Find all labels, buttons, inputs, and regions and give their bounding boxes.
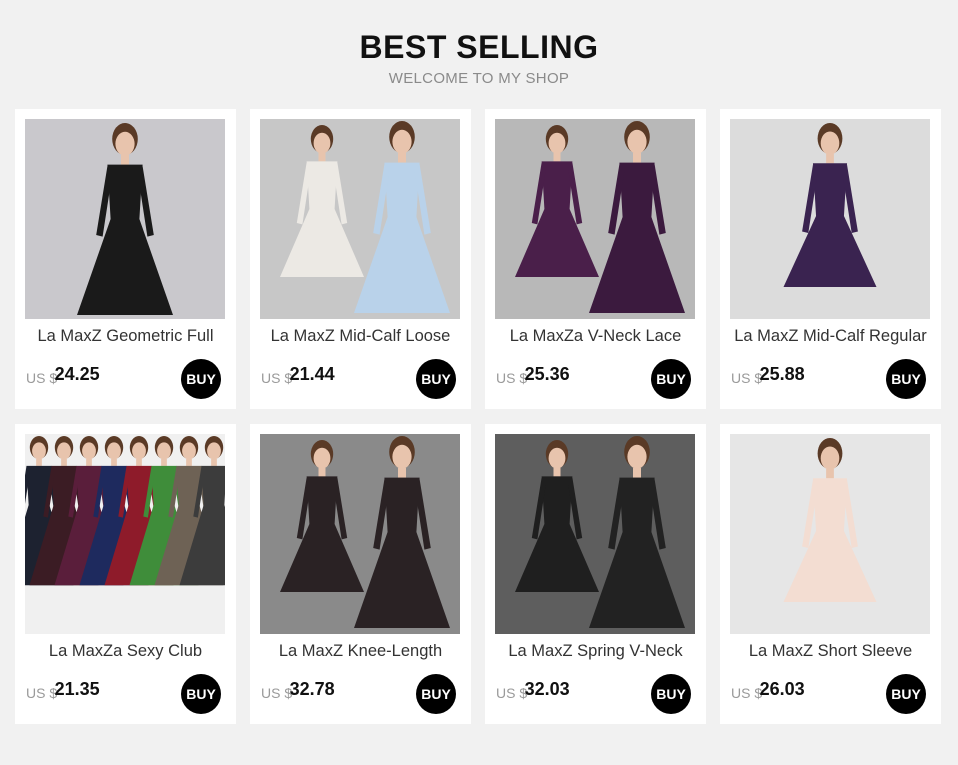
product-image[interactable] xyxy=(260,434,460,634)
buy-button[interactable]: BUY xyxy=(416,674,456,714)
currency-label: US $ xyxy=(261,370,293,386)
product-image[interactable] xyxy=(495,119,695,319)
currency-label: US $ xyxy=(26,685,58,701)
product-name[interactable]: La MaxZa Sexy Club xyxy=(15,642,236,661)
product-card[interactable]: La MaxZ Mid-Calf Loose US $ 21.44 BUY xyxy=(250,109,471,409)
buy-button[interactable]: BUY xyxy=(886,359,926,399)
buy-button[interactable]: BUY xyxy=(651,674,691,714)
product-name[interactable]: La MaxZ Spring V-Neck xyxy=(485,642,706,661)
price-row: US $ 21.35 xyxy=(26,679,100,703)
product-photo-illustration xyxy=(730,434,930,634)
product-photo-illustration xyxy=(260,119,460,319)
price-row: US $ 21.44 xyxy=(261,364,335,388)
product-card[interactable]: La MaxZ Knee-Length US $ 32.78 BUY xyxy=(250,424,471,724)
product-price: 32.03 xyxy=(524,679,570,699)
currency-label: US $ xyxy=(731,370,763,386)
product-price: 25.88 xyxy=(759,364,805,384)
page-subtitle: WELCOME TO MY SHOP xyxy=(388,70,570,87)
buy-button[interactable]: BUY xyxy=(416,359,456,399)
product-card[interactable]: La MaxZ Geometric Full US $ 24.25 BUY xyxy=(15,109,236,409)
product-photo-illustration xyxy=(495,434,695,634)
buy-button[interactable]: BUY xyxy=(651,359,691,399)
price-row: US $ 26.03 xyxy=(731,679,805,703)
product-image[interactable] xyxy=(495,434,695,634)
product-photo-illustration xyxy=(25,434,225,634)
product-name[interactable]: La MaxZa V-Neck Lace xyxy=(485,327,706,346)
product-card[interactable]: La MaxZ Mid-Calf Regular US $ 25.88 BUY xyxy=(720,109,941,409)
product-price: 26.03 xyxy=(759,679,805,699)
product-price: 32.78 xyxy=(289,679,335,699)
product-photo-illustration xyxy=(495,119,695,319)
currency-label: US $ xyxy=(496,685,528,701)
price-row: US $ 32.03 xyxy=(496,679,570,703)
currency-label: US $ xyxy=(496,370,528,386)
price-row: US $ 24.25 xyxy=(26,364,100,388)
product-name[interactable]: La MaxZ Mid-Calf Regular xyxy=(720,327,941,346)
product-name[interactable]: La MaxZ Short Sleeve xyxy=(720,642,941,661)
buy-button[interactable]: BUY xyxy=(181,674,221,714)
buy-button[interactable]: BUY xyxy=(886,674,926,714)
product-image[interactable] xyxy=(25,119,225,319)
currency-label: US $ xyxy=(261,685,293,701)
product-name[interactable]: La MaxZ Geometric Full xyxy=(15,327,236,346)
product-card[interactable]: La MaxZ Short Sleeve US $ 26.03 BUY xyxy=(720,424,941,724)
product-image[interactable] xyxy=(260,119,460,319)
product-price: 21.44 xyxy=(289,364,335,384)
product-photo-illustration xyxy=(730,119,930,319)
product-name[interactable]: La MaxZ Mid-Calf Loose xyxy=(250,327,471,346)
product-card[interactable]: La MaxZa V-Neck Lace US $ 25.36 BUY xyxy=(485,109,706,409)
product-image[interactable] xyxy=(25,434,225,634)
currency-label: US $ xyxy=(26,370,58,386)
product-card[interactable]: La MaxZ Spring V-Neck US $ 32.03 BUY xyxy=(485,424,706,724)
product-image[interactable] xyxy=(730,119,930,319)
product-photo-illustration xyxy=(25,119,225,319)
price-row: US $ 32.78 xyxy=(261,679,335,703)
price-row: US $ 25.88 xyxy=(731,364,805,388)
product-image[interactable] xyxy=(730,434,930,634)
page-header: BEST SELLING WELCOME TO MY SHOP xyxy=(0,28,958,87)
product-price: 24.25 xyxy=(54,364,100,384)
product-price: 21.35 xyxy=(54,679,100,699)
product-price: 25.36 xyxy=(524,364,570,384)
price-row: US $ 25.36 xyxy=(496,364,570,388)
product-photo-illustration xyxy=(260,434,460,634)
page-title: BEST SELLING xyxy=(359,29,599,65)
buy-button[interactable]: BUY xyxy=(181,359,221,399)
product-card[interactable]: La MaxZa Sexy Club US $ 21.35 BUY xyxy=(15,424,236,724)
product-name[interactable]: La MaxZ Knee-Length xyxy=(250,642,471,661)
currency-label: US $ xyxy=(731,685,763,701)
